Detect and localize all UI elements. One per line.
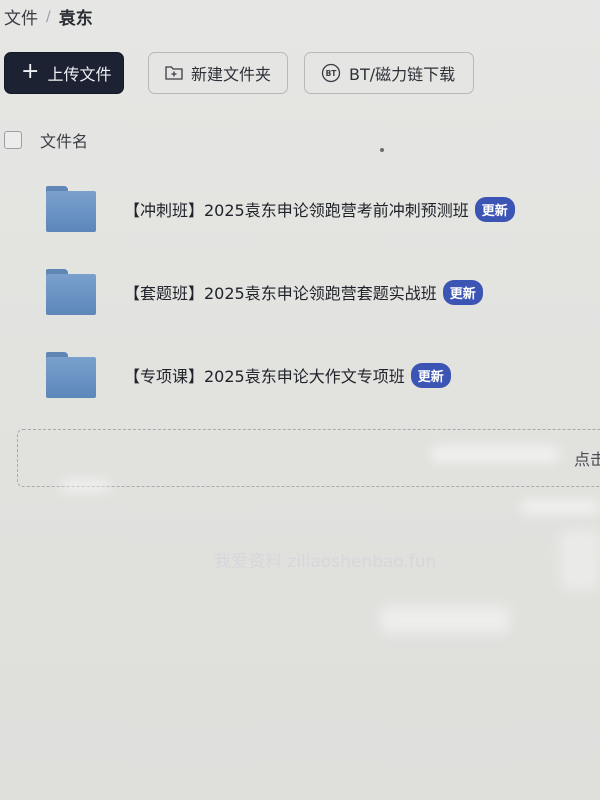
file-row[interactable]: 【专项课】2025袁东申论大作文专项班 更新 bbox=[46, 352, 451, 398]
drop-zone-hint[interactable]: 点击 bbox=[574, 446, 600, 470]
new-folder-button-label: 新建文件夹 bbox=[190, 65, 271, 84]
upload-button[interactable]: + 上传文件 bbox=[4, 52, 124, 94]
new-folder-button[interactable]: 新建文件夹 bbox=[148, 52, 288, 94]
list-header: 文件名 bbox=[4, 128, 88, 152]
glare bbox=[560, 530, 600, 590]
breadcrumb-current: 袁东 bbox=[58, 9, 93, 29]
update-badge: 更新 bbox=[442, 279, 483, 305]
file-manager-screen: 文件 / 袁东 + 上传文件 新建文件夹 BT BT/磁力链下载 文件名 【冲刺… bbox=[0, 0, 600, 800]
breadcrumb-root[interactable]: 文件 bbox=[4, 4, 38, 29]
bt-magnet-download-button[interactable]: BT BT/磁力链下载 bbox=[304, 52, 474, 94]
breadcrumb-separator: / bbox=[46, 8, 51, 25]
svg-text:BT: BT bbox=[326, 69, 338, 78]
bt-icon: BT bbox=[321, 63, 341, 83]
select-all-checkbox[interactable] bbox=[4, 131, 22, 149]
watermark: 我爱资料 ziliaoshenbao.fun bbox=[214, 552, 437, 572]
glare bbox=[430, 446, 560, 462]
glare bbox=[60, 480, 110, 492]
cursor-dot bbox=[380, 148, 384, 152]
update-badge: 更新 bbox=[410, 362, 451, 388]
upload-button-label: 上传文件 bbox=[47, 65, 112, 84]
file-name[interactable]: 【冲刺班】2025袁东申论领跑营考前冲刺预测班 bbox=[124, 197, 469, 221]
bt-button-label: BT/磁力链下载 bbox=[349, 65, 456, 84]
glare bbox=[520, 500, 600, 514]
file-row[interactable]: 【冲刺班】2025袁东申论领跑营考前冲刺预测班 更新 bbox=[46, 186, 515, 232]
file-name[interactable]: 【套题班】2025袁东申论领跑营套题实战班 bbox=[124, 280, 437, 304]
file-name[interactable]: 【专项课】2025袁东申论大作文专项班 bbox=[124, 363, 405, 387]
toolbar: + 上传文件 新建文件夹 BT BT/磁力链下载 bbox=[4, 52, 474, 94]
update-badge: 更新 bbox=[474, 196, 515, 222]
plus-icon: + bbox=[21, 59, 40, 84]
folder-icon bbox=[46, 186, 96, 232]
glare bbox=[380, 606, 510, 634]
folder-icon bbox=[46, 269, 96, 315]
name-column-header[interactable]: 文件名 bbox=[40, 128, 88, 152]
folder-plus-icon bbox=[165, 66, 183, 80]
folder-icon bbox=[46, 352, 96, 398]
breadcrumb: 文件 / 袁东 bbox=[4, 4, 93, 30]
file-row[interactable]: 【套题班】2025袁东申论领跑营套题实战班 更新 bbox=[46, 269, 483, 315]
